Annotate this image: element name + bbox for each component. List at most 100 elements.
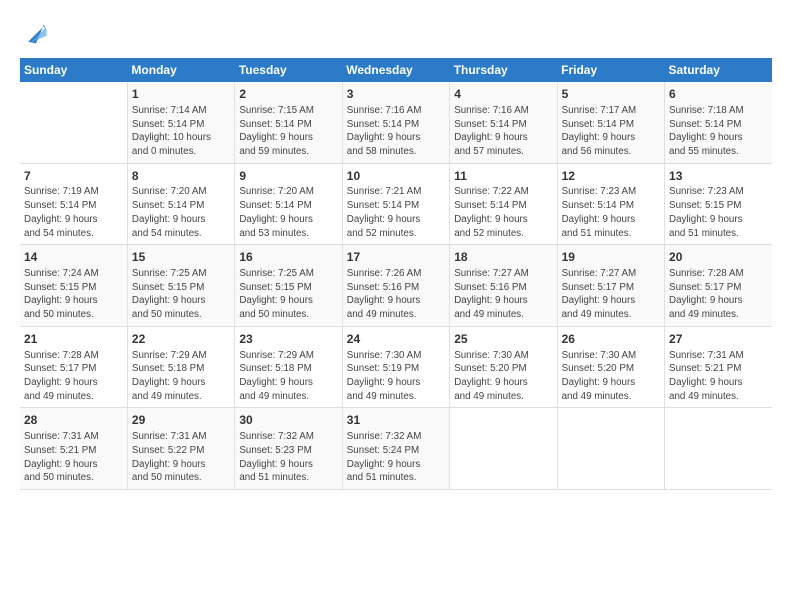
calendar-cell: 3Sunrise: 7:16 AM Sunset: 5:14 PM Daylig…: [342, 82, 449, 163]
calendar-cell: 25Sunrise: 7:30 AM Sunset: 5:20 PM Dayli…: [450, 326, 557, 408]
calendar-cell: 6Sunrise: 7:18 AM Sunset: 5:14 PM Daylig…: [665, 82, 772, 163]
cell-info: Sunrise: 7:32 AM Sunset: 5:24 PM Dayligh…: [347, 430, 445, 485]
cell-info: Sunrise: 7:32 AM Sunset: 5:23 PM Dayligh…: [239, 430, 337, 485]
calendar-cell: [450, 408, 557, 490]
calendar-week-row: 1Sunrise: 7:14 AM Sunset: 5:14 PM Daylig…: [20, 82, 772, 163]
calendar-header-row: SundayMondayTuesdayWednesdayThursdayFrid…: [20, 58, 772, 82]
cell-info: Sunrise: 7:31 AM Sunset: 5:22 PM Dayligh…: [132, 430, 230, 485]
cell-info: Sunrise: 7:15 AM Sunset: 5:14 PM Dayligh…: [239, 104, 337, 159]
calendar-week-row: 28Sunrise: 7:31 AM Sunset: 5:21 PM Dayli…: [20, 408, 772, 490]
cell-info: Sunrise: 7:27 AM Sunset: 5:17 PM Dayligh…: [562, 267, 660, 322]
cell-info: Sunrise: 7:30 AM Sunset: 5:20 PM Dayligh…: [454, 349, 552, 404]
cell-info: Sunrise: 7:17 AM Sunset: 5:14 PM Dayligh…: [562, 104, 660, 159]
day-number: 3: [347, 86, 445, 103]
column-header-tuesday: Tuesday: [235, 58, 342, 82]
cell-info: Sunrise: 7:16 AM Sunset: 5:14 PM Dayligh…: [454, 104, 552, 159]
calendar-cell: 1Sunrise: 7:14 AM Sunset: 5:14 PM Daylig…: [127, 82, 234, 163]
calendar-cell: 29Sunrise: 7:31 AM Sunset: 5:22 PM Dayli…: [127, 408, 234, 490]
day-number: 21: [24, 331, 123, 348]
calendar-cell: 2Sunrise: 7:15 AM Sunset: 5:14 PM Daylig…: [235, 82, 342, 163]
calendar-cell: 19Sunrise: 7:27 AM Sunset: 5:17 PM Dayli…: [557, 245, 664, 327]
cell-info: Sunrise: 7:28 AM Sunset: 5:17 PM Dayligh…: [24, 349, 123, 404]
day-number: 1: [132, 86, 230, 103]
cell-info: Sunrise: 7:30 AM Sunset: 5:20 PM Dayligh…: [562, 349, 660, 404]
day-number: 16: [239, 249, 337, 266]
calendar-cell: 5Sunrise: 7:17 AM Sunset: 5:14 PM Daylig…: [557, 82, 664, 163]
cell-info: Sunrise: 7:23 AM Sunset: 5:14 PM Dayligh…: [562, 185, 660, 240]
day-number: 4: [454, 86, 552, 103]
day-number: 2: [239, 86, 337, 103]
cell-info: Sunrise: 7:22 AM Sunset: 5:14 PM Dayligh…: [454, 185, 552, 240]
calendar-cell: 18Sunrise: 7:27 AM Sunset: 5:16 PM Dayli…: [450, 245, 557, 327]
day-number: 7: [24, 168, 123, 185]
main-container: SundayMondayTuesdayWednesdayThursdayFrid…: [0, 0, 792, 500]
day-number: 29: [132, 412, 230, 429]
calendar-cell: 15Sunrise: 7:25 AM Sunset: 5:15 PM Dayli…: [127, 245, 234, 327]
day-number: 14: [24, 249, 123, 266]
calendar-week-row: 7Sunrise: 7:19 AM Sunset: 5:14 PM Daylig…: [20, 163, 772, 245]
calendar-cell: 24Sunrise: 7:30 AM Sunset: 5:19 PM Dayli…: [342, 326, 449, 408]
cell-info: Sunrise: 7:19 AM Sunset: 5:14 PM Dayligh…: [24, 185, 123, 240]
day-number: 19: [562, 249, 660, 266]
cell-info: Sunrise: 7:26 AM Sunset: 5:16 PM Dayligh…: [347, 267, 445, 322]
day-number: 23: [239, 331, 337, 348]
calendar-cell: 13Sunrise: 7:23 AM Sunset: 5:15 PM Dayli…: [665, 163, 772, 245]
column-header-friday: Friday: [557, 58, 664, 82]
cell-info: Sunrise: 7:23 AM Sunset: 5:15 PM Dayligh…: [669, 185, 768, 240]
cell-info: Sunrise: 7:29 AM Sunset: 5:18 PM Dayligh…: [132, 349, 230, 404]
calendar-cell: 22Sunrise: 7:29 AM Sunset: 5:18 PM Dayli…: [127, 326, 234, 408]
cell-info: Sunrise: 7:28 AM Sunset: 5:17 PM Dayligh…: [669, 267, 768, 322]
calendar-cell: 26Sunrise: 7:30 AM Sunset: 5:20 PM Dayli…: [557, 326, 664, 408]
logo: [20, 22, 50, 48]
calendar-cell: 14Sunrise: 7:24 AM Sunset: 5:15 PM Dayli…: [20, 245, 127, 327]
column-header-sunday: Sunday: [20, 58, 127, 82]
column-header-wednesday: Wednesday: [342, 58, 449, 82]
day-number: 13: [669, 168, 768, 185]
day-number: 18: [454, 249, 552, 266]
day-number: 17: [347, 249, 445, 266]
calendar-cell: [665, 408, 772, 490]
calendar-cell: 11Sunrise: 7:22 AM Sunset: 5:14 PM Dayli…: [450, 163, 557, 245]
cell-info: Sunrise: 7:25 AM Sunset: 5:15 PM Dayligh…: [239, 267, 337, 322]
calendar-cell: 8Sunrise: 7:20 AM Sunset: 5:14 PM Daylig…: [127, 163, 234, 245]
column-header-thursday: Thursday: [450, 58, 557, 82]
day-number: 5: [562, 86, 660, 103]
cell-info: Sunrise: 7:31 AM Sunset: 5:21 PM Dayligh…: [24, 430, 123, 485]
cell-info: Sunrise: 7:29 AM Sunset: 5:18 PM Dayligh…: [239, 349, 337, 404]
calendar-cell: 21Sunrise: 7:28 AM Sunset: 5:17 PM Dayli…: [20, 326, 127, 408]
calendar-cell: 23Sunrise: 7:29 AM Sunset: 5:18 PM Dayli…: [235, 326, 342, 408]
cell-info: Sunrise: 7:20 AM Sunset: 5:14 PM Dayligh…: [239, 185, 337, 240]
cell-info: Sunrise: 7:31 AM Sunset: 5:21 PM Dayligh…: [669, 349, 768, 404]
day-number: 28: [24, 412, 123, 429]
calendar-cell: 20Sunrise: 7:28 AM Sunset: 5:17 PM Dayli…: [665, 245, 772, 327]
calendar-cell: 7Sunrise: 7:19 AM Sunset: 5:14 PM Daylig…: [20, 163, 127, 245]
cell-info: Sunrise: 7:21 AM Sunset: 5:14 PM Dayligh…: [347, 185, 445, 240]
day-number: 31: [347, 412, 445, 429]
cell-info: Sunrise: 7:24 AM Sunset: 5:15 PM Dayligh…: [24, 267, 123, 322]
cell-info: Sunrise: 7:14 AM Sunset: 5:14 PM Dayligh…: [132, 104, 230, 159]
calendar-cell: 4Sunrise: 7:16 AM Sunset: 5:14 PM Daylig…: [450, 82, 557, 163]
day-number: 10: [347, 168, 445, 185]
cell-info: Sunrise: 7:25 AM Sunset: 5:15 PM Dayligh…: [132, 267, 230, 322]
day-number: 25: [454, 331, 552, 348]
day-number: 22: [132, 331, 230, 348]
calendar-cell: 12Sunrise: 7:23 AM Sunset: 5:14 PM Dayli…: [557, 163, 664, 245]
calendar-cell: 27Sunrise: 7:31 AM Sunset: 5:21 PM Dayli…: [665, 326, 772, 408]
day-number: 6: [669, 86, 768, 103]
calendar-cell: [557, 408, 664, 490]
day-number: 11: [454, 168, 552, 185]
calendar-cell: 9Sunrise: 7:20 AM Sunset: 5:14 PM Daylig…: [235, 163, 342, 245]
day-number: 15: [132, 249, 230, 266]
cell-info: Sunrise: 7:30 AM Sunset: 5:19 PM Dayligh…: [347, 349, 445, 404]
calendar-cell: 28Sunrise: 7:31 AM Sunset: 5:21 PM Dayli…: [20, 408, 127, 490]
day-number: 12: [562, 168, 660, 185]
day-number: 20: [669, 249, 768, 266]
calendar-week-row: 14Sunrise: 7:24 AM Sunset: 5:15 PM Dayli…: [20, 245, 772, 327]
cell-info: Sunrise: 7:27 AM Sunset: 5:16 PM Dayligh…: [454, 267, 552, 322]
day-number: 8: [132, 168, 230, 185]
calendar-table: SundayMondayTuesdayWednesdayThursdayFrid…: [20, 58, 772, 490]
cell-info: Sunrise: 7:16 AM Sunset: 5:14 PM Dayligh…: [347, 104, 445, 159]
calendar-cell: [20, 82, 127, 163]
day-number: 30: [239, 412, 337, 429]
day-number: 24: [347, 331, 445, 348]
